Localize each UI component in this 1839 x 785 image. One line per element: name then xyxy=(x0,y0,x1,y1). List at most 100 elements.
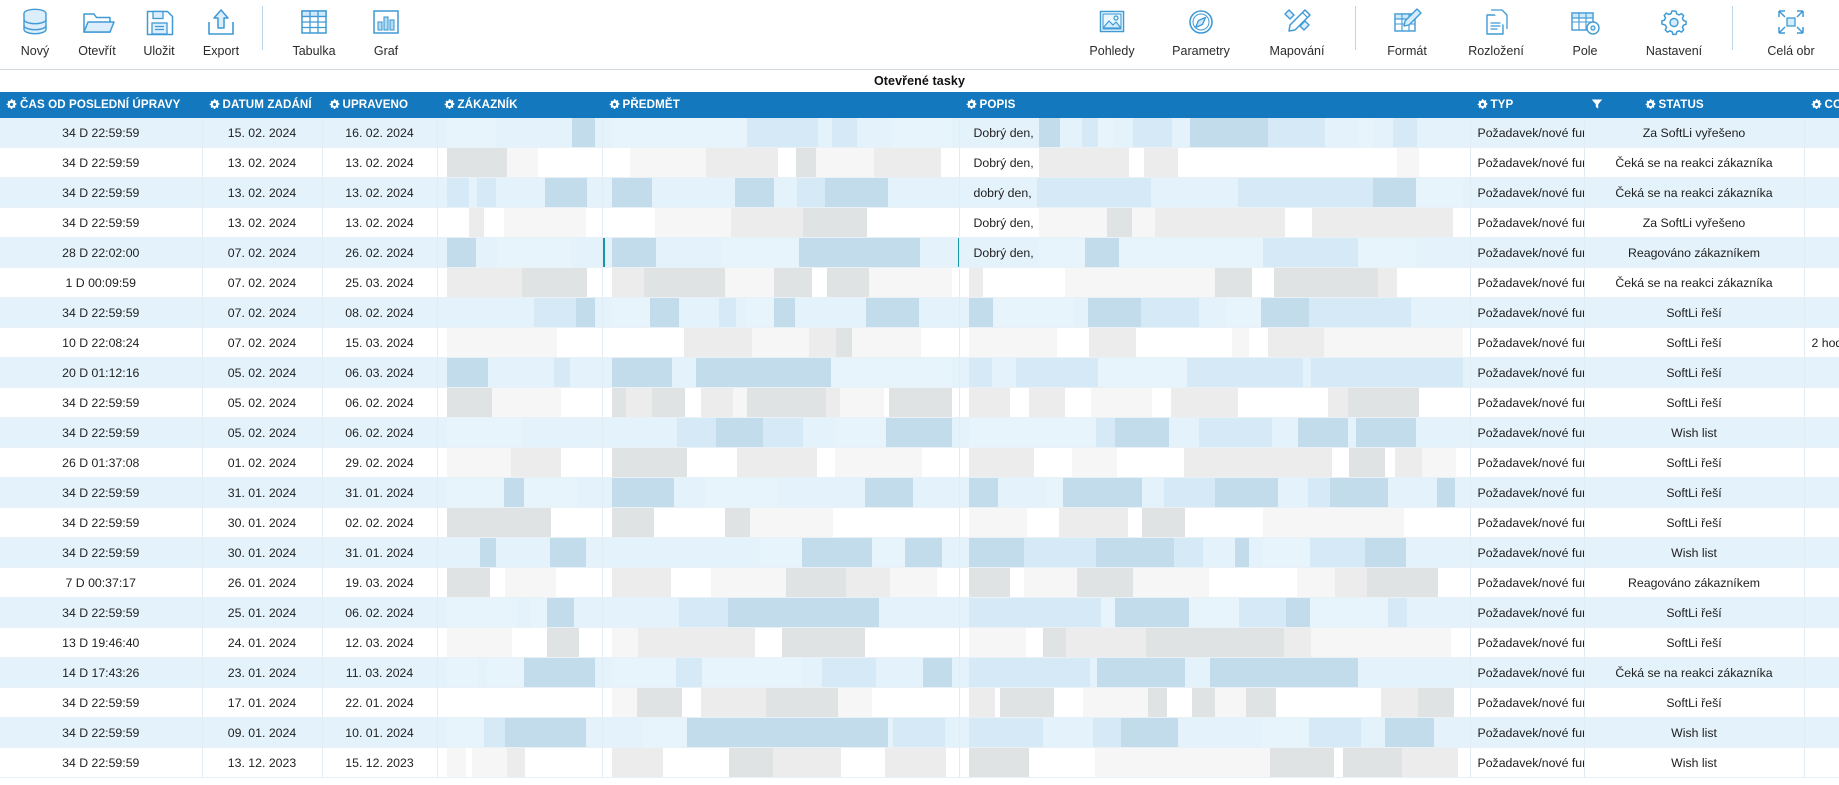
cell-datum-zadani[interactable]: 13. 02. 2024 xyxy=(202,177,323,208)
gear-icon[interactable] xyxy=(444,98,455,113)
cell-datum-zadani[interactable]: 07. 02. 2024 xyxy=(202,297,323,328)
cell-upraveno[interactable]: 31. 01. 2024 xyxy=(322,537,438,568)
cell-upraveno[interactable]: 29. 02. 2024 xyxy=(322,447,438,478)
filter-funnel-icon[interactable] xyxy=(1591,98,1603,113)
gear-icon[interactable] xyxy=(1811,98,1822,113)
cell-co-fakt[interactable] xyxy=(1804,147,1839,178)
cell-datum-zadani[interactable]: 13. 02. 2024 xyxy=(202,147,323,178)
cell-predmet[interactable] xyxy=(602,477,960,508)
gear-icon[interactable] xyxy=(1477,98,1488,113)
cell-cas-od-posledni-upravy[interactable]: 34 D 22:59:59 xyxy=(0,417,203,448)
cell-co-fakt[interactable] xyxy=(1804,657,1839,688)
cell-typ[interactable]: Požadavek/nové funkce xyxy=(1470,477,1585,508)
cell-status[interactable]: Za SoftLi vyřešeno xyxy=(1584,118,1805,148)
cell-upraveno[interactable]: 13. 02. 2024 xyxy=(322,207,438,238)
cell-datum-zadani[interactable]: 09. 01. 2024 xyxy=(202,717,323,748)
cell-popis[interactable] xyxy=(959,657,1471,688)
cell-predmet[interactable] xyxy=(602,537,960,568)
column-header-status[interactable]: STATUS xyxy=(1584,92,1805,118)
cell-cas-od-posledni-upravy[interactable]: 34 D 22:59:59 xyxy=(0,747,203,778)
column-header-upraveno[interactable]: UPRAVENO xyxy=(322,92,438,118)
cell-popis[interactable] xyxy=(959,717,1471,748)
cell-popis[interactable] xyxy=(959,447,1471,478)
cell-typ[interactable]: Požadavek/nové funkce xyxy=(1470,327,1585,358)
cell-status[interactable]: Wish list xyxy=(1584,747,1805,778)
cell-zakaznik[interactable] xyxy=(437,297,603,328)
cell-popis[interactable] xyxy=(959,327,1471,358)
cell-cas-od-posledni-upravy[interactable]: 20 D 01:12:16 xyxy=(0,357,203,388)
cell-datum-zadani[interactable]: 31. 01. 2024 xyxy=(202,477,323,508)
cell-status[interactable]: Wish list xyxy=(1584,417,1805,448)
cell-zakaznik[interactable] xyxy=(437,507,603,538)
cell-status[interactable]: Čeká se na reakci zákazníka xyxy=(1584,657,1805,688)
cell-predmet[interactable] xyxy=(602,327,960,358)
cell-typ[interactable]: Požadavek/nové funkce xyxy=(1470,597,1585,628)
cell-zakaznik[interactable] xyxy=(437,567,603,598)
cell-cas-od-posledni-upravy[interactable]: 34 D 22:59:59 xyxy=(0,297,203,328)
cell-datum-zadani[interactable]: 15. 02. 2024 xyxy=(202,118,323,148)
cell-typ[interactable]: Požadavek/nové funkce xyxy=(1470,387,1585,418)
cell-typ[interactable]: Požadavek/nové funkce xyxy=(1470,118,1585,148)
cell-typ[interactable]: Požadavek/nové funkce xyxy=(1470,267,1585,298)
toolbar-button-mapovani[interactable]: Mapování xyxy=(1249,0,1345,70)
cell-zakaznik[interactable] xyxy=(437,657,603,688)
cell-datum-zadani[interactable]: 13. 12. 2023 xyxy=(202,747,323,778)
cell-popis[interactable] xyxy=(959,507,1471,538)
cell-predmet[interactable] xyxy=(602,747,960,778)
table-row[interactable]: 10 D 22:08:24 07. 02. 2024 15. 03. 2024 Pož… xyxy=(0,327,1839,358)
cell-typ[interactable]: Požadavek/nové funkce xyxy=(1470,747,1585,778)
cell-predmet[interactable] xyxy=(602,387,960,418)
cell-status[interactable]: SoftLi řeší xyxy=(1584,507,1805,538)
cell-status[interactable]: SoftLi řeší xyxy=(1584,477,1805,508)
gear-icon[interactable] xyxy=(6,98,17,113)
cell-co-fakt[interactable] xyxy=(1804,477,1839,508)
cell-co-fakt[interactable] xyxy=(1804,267,1839,298)
column-header-datum-zadani[interactable]: DATUM ZADÁNÍ xyxy=(202,92,323,118)
table-row[interactable]: 34 D 22:59:59 13. 02. 2024 13. 02. 2024 dob… xyxy=(0,177,1839,208)
cell-datum-zadani[interactable]: 05. 02. 2024 xyxy=(202,357,323,388)
cell-popis[interactable] xyxy=(959,387,1471,418)
cell-typ[interactable]: Požadavek/nové funkce xyxy=(1470,687,1585,718)
cell-popis[interactable] xyxy=(959,597,1471,628)
cell-upraveno[interactable]: 25. 03. 2024 xyxy=(322,267,438,298)
column-header-cas-od-posledni-upravy[interactable]: ČAS OD POSLEDNÍ ÚPRAVY xyxy=(0,92,203,118)
cell-co-fakt[interactable] xyxy=(1804,747,1839,778)
cell-upraveno[interactable]: 12. 03. 2024 xyxy=(322,627,438,658)
cell-popis[interactable] xyxy=(959,357,1471,388)
toolbar-button-pole[interactable]: Pole xyxy=(1544,0,1626,70)
cell-zakaznik[interactable] xyxy=(437,237,603,268)
cell-co-fakt[interactable]: 2 hodiny xyxy=(1804,327,1839,358)
cell-datum-zadani[interactable]: 30. 01. 2024 xyxy=(202,507,323,538)
cell-status[interactable]: Wish list xyxy=(1584,537,1805,568)
cell-upraveno[interactable]: 13. 02. 2024 xyxy=(322,177,438,208)
cell-datum-zadani[interactable]: 01. 02. 2024 xyxy=(202,447,323,478)
cell-typ[interactable]: Požadavek/nové funkce xyxy=(1470,657,1585,688)
cell-zakaznik[interactable] xyxy=(437,477,603,508)
toolbar-button-nastaveni[interactable]: Nastavení xyxy=(1626,0,1722,70)
cell-popis[interactable]: Dobrý den, xyxy=(959,237,1471,268)
cell-predmet[interactable] xyxy=(602,507,960,538)
cell-zakaznik[interactable] xyxy=(437,597,603,628)
table-row[interactable]: 34 D 22:59:59 13. 12. 2023 15. 12. 2023 Pož… xyxy=(0,747,1839,778)
cell-cas-od-posledni-upravy[interactable]: 34 D 22:59:59 xyxy=(0,147,203,178)
cell-status[interactable]: SoftLi řeší xyxy=(1584,387,1805,418)
cell-co-fakt[interactable] xyxy=(1804,207,1839,238)
column-header-co-fakt[interactable]: CO FAKT xyxy=(1804,92,1839,118)
cell-status[interactable]: SoftLi řeší xyxy=(1584,357,1805,388)
cell-predmet[interactable] xyxy=(602,207,960,238)
toolbar-button-graf[interactable]: Graf xyxy=(355,0,417,70)
toolbar-button-tabulka[interactable]: Tabulka xyxy=(273,0,355,70)
cell-predmet[interactable] xyxy=(602,687,960,718)
cell-popis[interactable]: Dobrý den, xyxy=(959,118,1471,148)
cell-cas-od-posledni-upravy[interactable]: 7 D 00:37:17 xyxy=(0,567,203,598)
cell-status[interactable]: Za SoftLi vyřešeno xyxy=(1584,207,1805,238)
table-row[interactable]: 34 D 22:59:59 31. 01. 2024 31. 01. 2024 Pož… xyxy=(0,477,1839,508)
cell-predmet[interactable] xyxy=(602,267,960,298)
cell-cas-od-posledni-upravy[interactable]: 13 D 19:46:40 xyxy=(0,627,203,658)
cell-datum-zadani[interactable]: 23. 01. 2024 xyxy=(202,657,323,688)
cell-popis[interactable] xyxy=(959,687,1471,718)
cell-upraveno[interactable]: 26. 02. 2024 xyxy=(322,237,438,268)
cell-cas-od-posledni-upravy[interactable]: 34 D 22:59:59 xyxy=(0,387,203,418)
cell-co-fakt[interactable] xyxy=(1804,237,1839,268)
cell-upraveno[interactable]: 06. 03. 2024 xyxy=(322,357,438,388)
